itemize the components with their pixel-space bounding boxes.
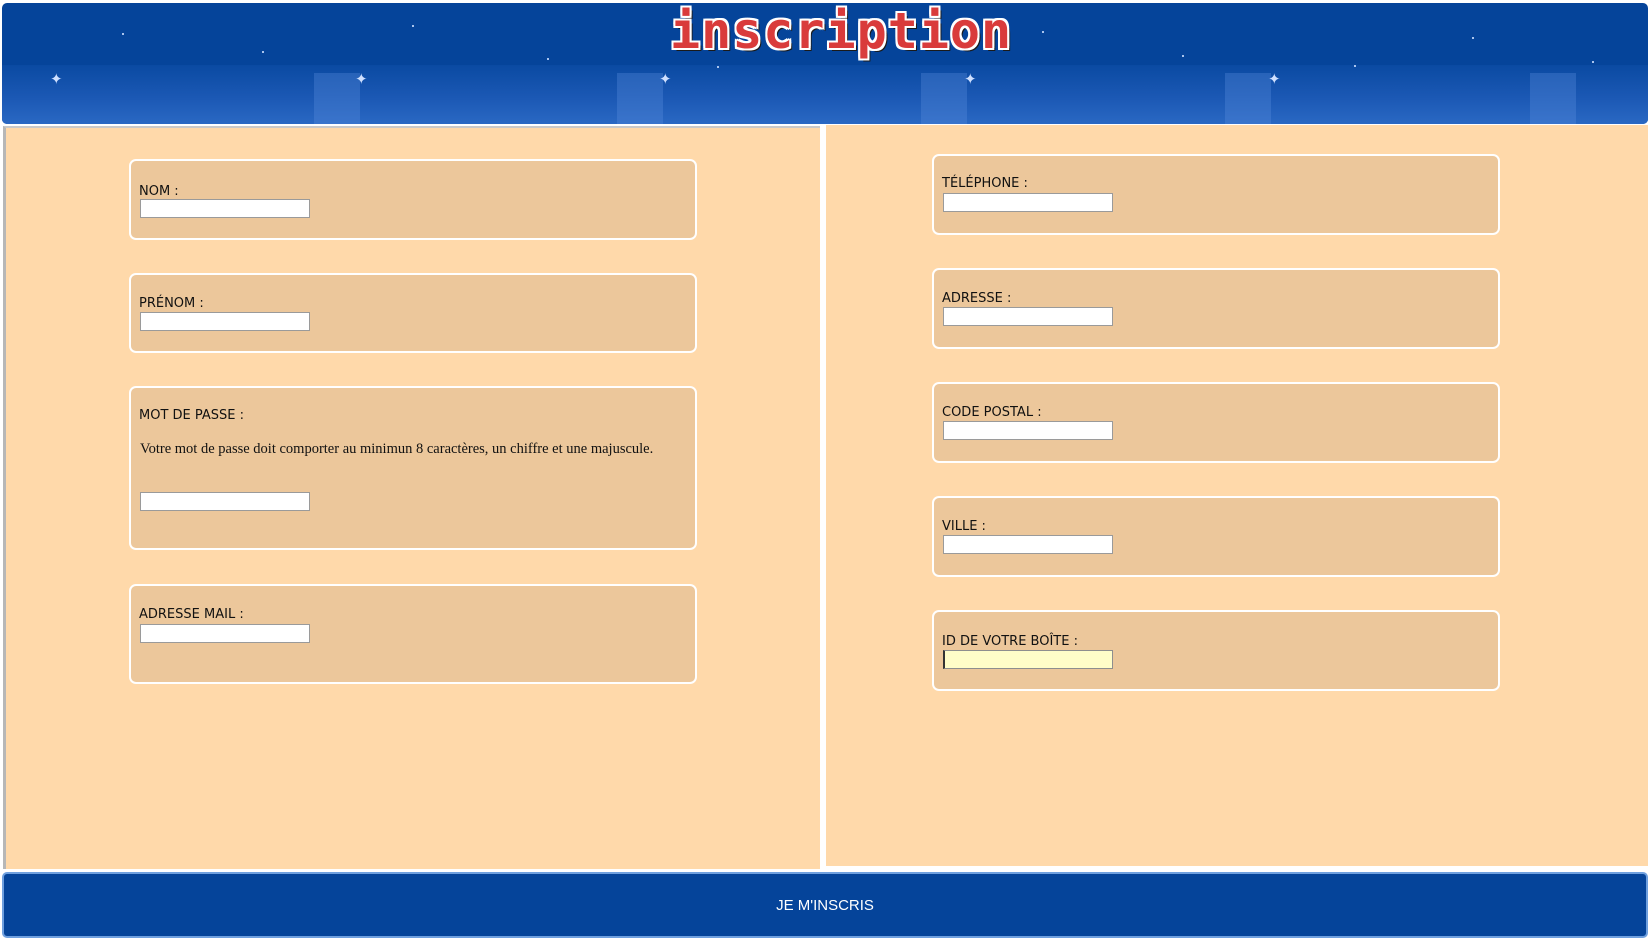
prenom-label: PRÉNOM : (139, 296, 204, 311)
nom-label: NOM : (139, 184, 179, 199)
ville-input[interactable] (943, 535, 1113, 554)
adresse-label: ADRESSE : (942, 291, 1012, 306)
star-dot (1042, 31, 1044, 33)
star-dot (262, 51, 264, 53)
adresse-input[interactable] (943, 307, 1113, 326)
telephone-group: TÉLÉPHONE : (932, 154, 1500, 235)
star-icon: ✦ (659, 70, 672, 88)
id-boite-group: ID DE VOTRE BOÎTE : (932, 610, 1500, 691)
telephone-label: TÉLÉPHONE : (942, 176, 1028, 191)
left-form-panel: NOM : PRÉNOM : MOT DE PASSE : Votre mot … (3, 126, 820, 869)
star-dot (717, 66, 719, 68)
star-dot (1354, 65, 1356, 67)
code-postal-group: CODE POSTAL : (932, 382, 1500, 463)
password-hint: Votre mot de passe doit comporter au min… (140, 441, 654, 457)
id-boite-input[interactable] (943, 650, 1113, 669)
code-postal-label: CODE POSTAL : (942, 405, 1042, 420)
nom-group: NOM : (129, 159, 697, 240)
password-label: MOT DE PASSE : (139, 408, 245, 423)
header-banner: ✦ ✦ ✦ ✦ ✦ inscription (2, 3, 1648, 124)
ville-label: VILLE : (942, 519, 986, 534)
star-dot (122, 33, 124, 35)
star-icon: ✦ (355, 70, 368, 88)
code-postal-input[interactable] (943, 421, 1113, 440)
telephone-input[interactable] (943, 193, 1113, 212)
star-dot (1472, 37, 1474, 39)
star-dot (1182, 55, 1184, 57)
star-icon: ✦ (50, 70, 63, 88)
password-input[interactable] (140, 492, 310, 511)
submit-button[interactable]: JE M'INSCRIS (2, 872, 1648, 938)
star-icon: ✦ (964, 70, 977, 88)
header-tile (921, 73, 967, 124)
star-icon: ✦ (1268, 70, 1281, 88)
email-label: ADRESSE MAIL : (139, 607, 244, 622)
header-tile (1530, 73, 1576, 124)
star-dot (412, 25, 414, 27)
header-starfield-band (2, 65, 1648, 124)
header-tile (617, 73, 663, 124)
header-tile (314, 73, 360, 124)
star-dot (1592, 61, 1594, 63)
star-dot (547, 58, 549, 60)
email-group: ADRESSE MAIL : (129, 584, 697, 684)
prenom-group: PRÉNOM : (129, 273, 697, 353)
adresse-group: ADRESSE : (932, 268, 1500, 349)
ville-group: VILLE : (932, 496, 1500, 577)
nom-input[interactable] (140, 199, 310, 218)
right-form-panel: TÉLÉPHONE : ADRESSE : CODE POSTAL : VILL… (826, 125, 1648, 866)
page-title: inscription (670, 3, 1013, 60)
prenom-input[interactable] (140, 312, 310, 331)
id-boite-label: ID DE VOTRE BOÎTE : (942, 634, 1078, 649)
email-input[interactable] (140, 624, 310, 643)
password-group: MOT DE PASSE : Votre mot de passe doit c… (129, 386, 697, 550)
header-tile (1225, 73, 1271, 124)
